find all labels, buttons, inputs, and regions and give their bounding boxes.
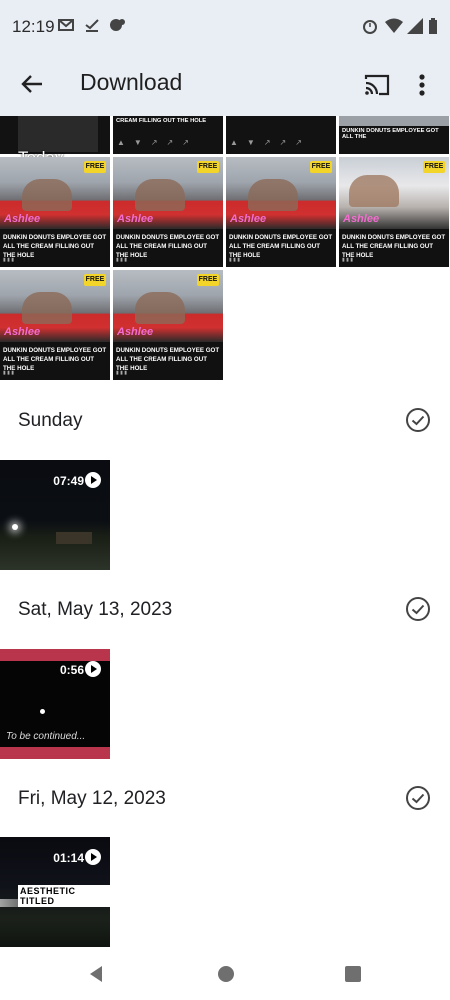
media-thumbnail[interactable]: DUNKIN DONUTS EMPLOYEE GOT ALL THE	[339, 116, 449, 154]
select-all-check-icon[interactable]	[405, 407, 431, 433]
section-label-may-13: Sat, May 13, 2023	[18, 599, 173, 620]
media-thumbnail[interactable]: ▲▼↗↗↗	[226, 116, 336, 154]
signal-icon	[407, 18, 423, 38]
select-all-check-icon[interactable]	[405, 596, 431, 622]
media-grid[interactable]: CREAM FILLING OUT THE HOLE ▲▼↗↗↗ ▲▼↗↗↗ D…	[0, 116, 450, 950]
status-bar: 12:19	[0, 0, 450, 54]
page-title: Download	[80, 69, 183, 95]
arrow-back-icon[interactable]	[18, 70, 46, 98]
video-thumbnail[interactable]: 07:49	[0, 460, 110, 570]
media-thumbnail[interactable]: CREAM FILLING OUT THE HOLE ▲▼↗↗↗	[113, 116, 223, 154]
nav-back-icon[interactable]	[86, 964, 106, 989]
media-thumbnail[interactable]: Ashlee FREE DUNKIN DONUTS EMPLOYEE GOT A…	[113, 157, 223, 267]
media-thumbnail[interactable]: Ashlee FREE DUNKIN DONUTS EMPLOYEE GOT A…	[339, 157, 449, 267]
video-thumbnail[interactable]: To be continued... 0:56	[0, 649, 110, 759]
battery-icon	[428, 18, 438, 38]
chat-icon	[108, 18, 126, 38]
nav-home-icon[interactable]	[216, 964, 236, 989]
alarm-icon	[362, 18, 378, 38]
nav-recents-icon[interactable]	[344, 965, 362, 988]
play-icon	[85, 472, 101, 488]
media-thumbnail[interactable]: Ashlee FREE DUNKIN DONUTS EMPLOYEE GOT A…	[0, 157, 110, 267]
play-icon	[85, 849, 101, 865]
video-thumbnail[interactable]: AESTHETIC TITLED 01:14	[0, 837, 110, 947]
media-thumbnail[interactable]: Ashlee FREE DUNKIN DONUTS EMPLOYEE GOT A…	[226, 157, 336, 267]
section-label-sunday: Sunday	[18, 410, 83, 431]
gmail-icon	[58, 18, 74, 36]
task-icon	[84, 18, 100, 36]
video-duration: 01:14	[53, 851, 84, 865]
wifi-icon	[385, 18, 403, 38]
select-all-check-icon[interactable]	[405, 785, 431, 811]
section-label-may-12: Fri, May 12, 2023	[18, 788, 166, 809]
video-duration: 0:56	[59, 663, 84, 677]
video-duration: 07:49	[53, 474, 84, 488]
play-icon	[85, 661, 101, 677]
media-thumbnail[interactable]: Ashlee FREE DUNKIN DONUTS EMPLOYEE GOT A…	[113, 270, 223, 380]
status-time: 12:19	[12, 17, 55, 36]
media-thumbnail[interactable]: Ashlee FREE DUNKIN DONUTS EMPLOYEE GOT A…	[0, 270, 110, 380]
system-nav-bar	[0, 950, 450, 1000]
cast-icon[interactable]	[362, 70, 392, 100]
more-vert-icon[interactable]	[412, 70, 432, 100]
